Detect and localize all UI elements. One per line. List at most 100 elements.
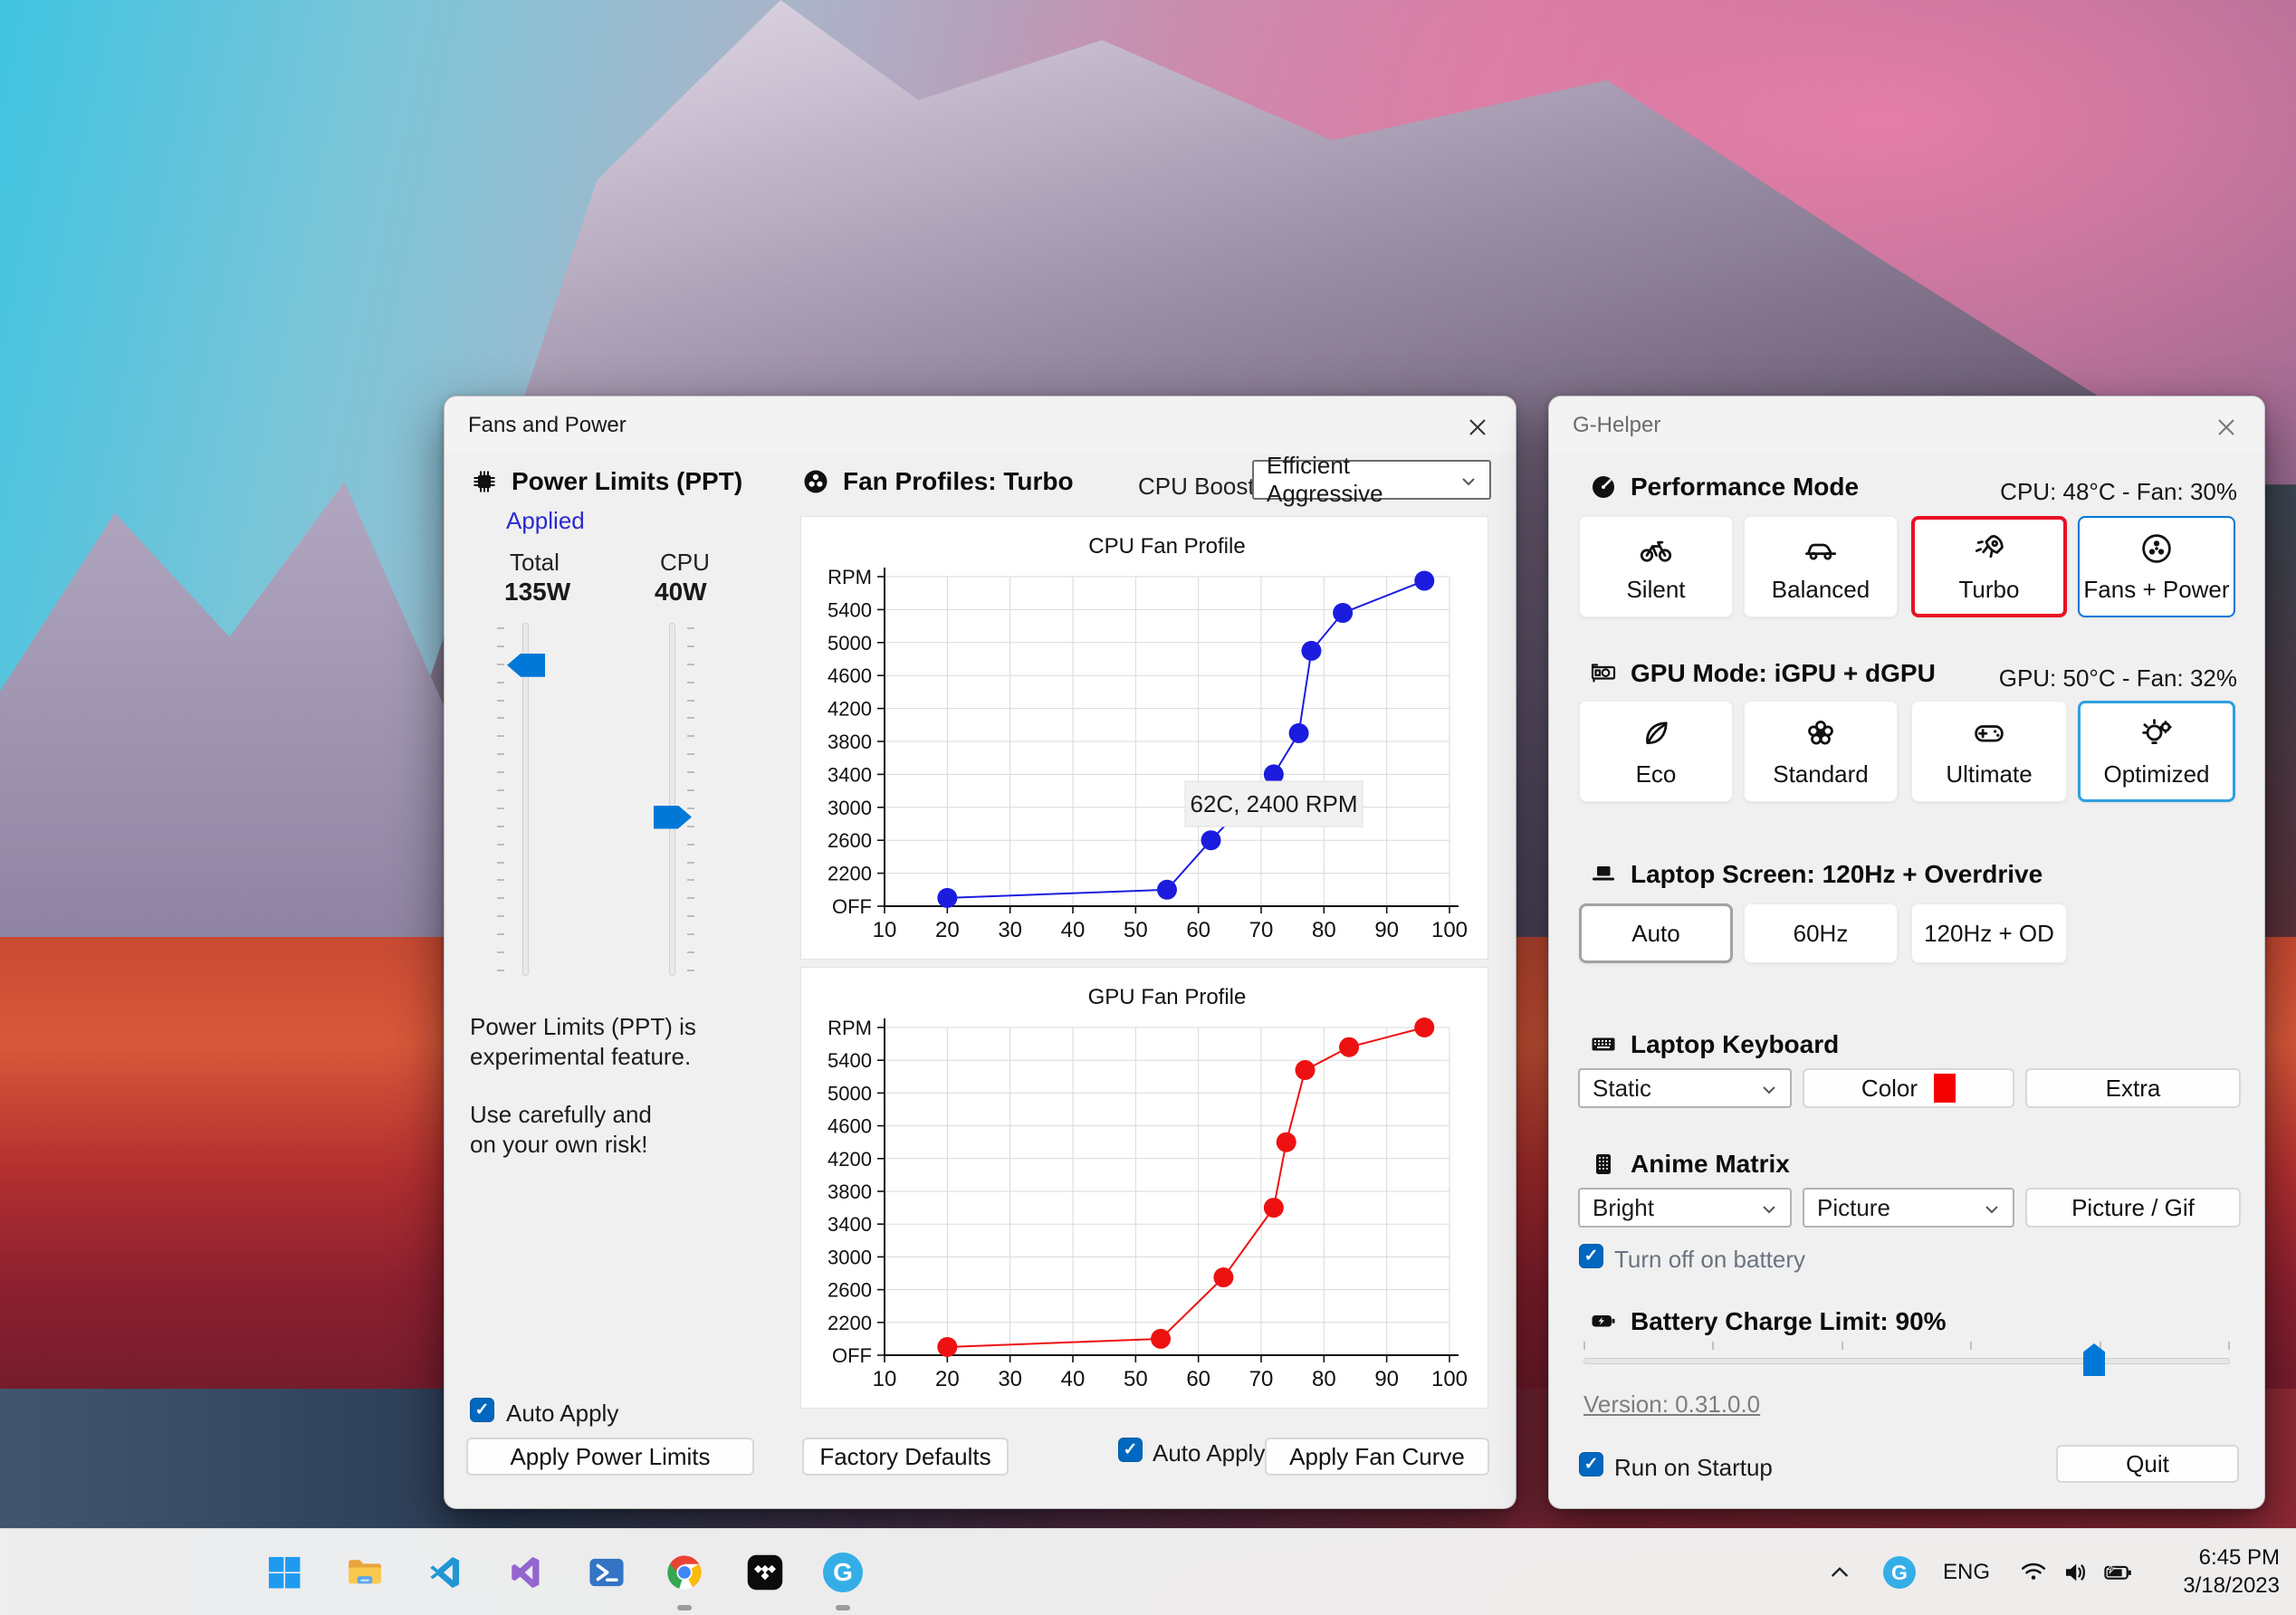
- ppt-note-line: experimental feature.: [470, 1043, 692, 1070]
- mode-button-ultimate[interactable]: Ultimate: [1911, 701, 2067, 802]
- tray-date: 3/18/2023: [2183, 1573, 2280, 1598]
- auto-apply-power-checkbox[interactable]: [470, 1398, 494, 1422]
- ghelper-running-indicator: [836, 1605, 850, 1610]
- keyboard-mode-select[interactable]: Static: [1578, 1068, 1792, 1108]
- close-icon[interactable]: [1459, 409, 1496, 445]
- svg-text:40: 40: [1061, 1367, 1086, 1391]
- battery-slider-track[interactable]: [1583, 1358, 2230, 1364]
- bicycle-icon: [1638, 530, 1674, 567]
- chip-icon: [470, 467, 499, 496]
- screen-button-60hz[interactable]: 60Hz: [1744, 903, 1898, 963]
- ppt-note-line: Use carefully and: [470, 1101, 652, 1128]
- laptop-screen-header: Laptop Screen: 120Hz + Overdrive: [1589, 860, 2042, 889]
- total-value: 135W: [504, 578, 571, 606]
- car-icon: [1803, 530, 1839, 567]
- screen-button-120hz-od[interactable]: 120Hz + OD: [1911, 903, 2067, 963]
- cpu-fan-chart[interactable]: OFF 2200 2600 3000 3400 3800 4200 4600 5000 5400 R…: [800, 516, 1488, 960]
- matrix-picture-button[interactable]: Picture / Gif: [2025, 1188, 2241, 1228]
- powershell-icon[interactable]: [581, 1547, 632, 1598]
- mode-button-standard[interactable]: Standard: [1744, 701, 1898, 802]
- mode-button-silent[interactable]: Silent: [1579, 516, 1733, 617]
- volume-icon[interactable]: [2053, 1547, 2097, 1598]
- cpu-slider-track[interactable]: [669, 623, 675, 976]
- wifi-icon[interactable]: [2012, 1547, 2055, 1598]
- ghelper-tray-icon[interactable]: G: [1876, 1547, 1923, 1598]
- screen-button-auto[interactable]: Auto: [1579, 903, 1733, 963]
- vscode-icon[interactable]: [420, 1547, 471, 1598]
- svg-text:3000: 3000: [828, 1246, 872, 1268]
- apply-power-limits-button[interactable]: Apply Power Limits: [466, 1438, 754, 1476]
- battery-charge-header: Battery Charge Limit: 90%: [1589, 1307, 1947, 1336]
- clock[interactable]: 6:45 PM 3/18/2023: [2183, 1543, 2280, 1600]
- keyboard-color-button[interactable]: Color: [1803, 1068, 2014, 1108]
- svg-text:4200: 4200: [828, 698, 872, 721]
- version-link[interactable]: Version: 0.31.0.0: [1583, 1390, 1760, 1419]
- cpu-boost-select[interactable]: Efficient Aggressive: [1252, 452, 1491, 507]
- cpu-boost-value: Efficient Aggressive: [1267, 452, 1383, 507]
- svg-text:40: 40: [1061, 918, 1086, 942]
- mode-button-balanced[interactable]: Balanced: [1744, 516, 1898, 617]
- tray-expand-button[interactable]: [1818, 1547, 1861, 1598]
- ghelper-window: G-Helper Performance Mode CPU: 48°C - Fa…: [1548, 396, 2265, 1509]
- file-explorer-icon[interactable]: [340, 1547, 390, 1598]
- mode-button-turbo[interactable]: Turbo: [1911, 516, 2067, 617]
- ghelper-logo-icon: G: [1883, 1556, 1916, 1589]
- turn-off-on-battery-checkbox[interactable]: [1579, 1244, 1603, 1268]
- ghelper-taskbar-icon[interactable]: G: [818, 1547, 868, 1598]
- gauge-icon: [1589, 473, 1618, 502]
- battery-bolt-icon: [1589, 1307, 1618, 1336]
- matrix-brightness-select[interactable]: Bright: [1578, 1188, 1792, 1228]
- tidal-icon[interactable]: [740, 1547, 790, 1598]
- mode-button-fans-power[interactable]: Fans + Power: [2078, 516, 2235, 617]
- quit-button[interactable]: Quit: [2056, 1445, 2239, 1483]
- svg-text:70: 70: [1249, 1367, 1274, 1391]
- svg-text:3800: 3800: [828, 1180, 872, 1203]
- battery-icon[interactable]: [2095, 1547, 2142, 1598]
- svg-text:4600: 4600: [828, 664, 872, 687]
- language-indicator[interactable]: ENG: [1943, 1560, 1990, 1585]
- svg-text:62C, 2400 RPM: 62C, 2400 RPM: [1191, 790, 1358, 817]
- flower-icon: [1803, 715, 1839, 751]
- svg-text:50: 50: [1124, 918, 1148, 942]
- gpu-fan-chart[interactable]: OFF 2200 2600 3000 3400 3800 4200 4600 5000 5400 R…: [800, 967, 1488, 1409]
- svg-text:20: 20: [935, 1367, 960, 1391]
- windows-logo-icon: [268, 1556, 301, 1589]
- svg-text:30: 30: [998, 918, 1022, 942]
- run-on-startup-checkbox[interactable]: [1579, 1452, 1603, 1476]
- svg-text:5000: 5000: [828, 1082, 872, 1104]
- taskbar: G G ENG 6:45 PM 3/18/2023: [0, 1528, 2296, 1615]
- total-slider-thumb[interactable]: [507, 653, 545, 677]
- chrome-icon[interactable]: [659, 1547, 710, 1598]
- performance-mode-header: Performance Mode: [1589, 473, 1859, 502]
- svg-text:80: 80: [1312, 918, 1336, 942]
- keyboard-extra-button[interactable]: Extra: [2025, 1068, 2241, 1108]
- mode-button-optimized[interactable]: Optimized: [2078, 701, 2235, 802]
- cpu-slider-thumb[interactable]: [654, 805, 692, 829]
- auto-apply-fan-checkbox[interactable]: [1118, 1438, 1143, 1462]
- matrix-icon: [1589, 1150, 1618, 1179]
- svg-text:5000: 5000: [828, 632, 872, 655]
- close-icon[interactable]: [2208, 409, 2244, 445]
- matrix-mode-select[interactable]: Picture: [1803, 1188, 2014, 1228]
- start-button[interactable]: [259, 1547, 310, 1598]
- svg-text:3800: 3800: [828, 731, 872, 753]
- svg-text:3400: 3400: [828, 763, 872, 786]
- keyboard-icon: [1589, 1030, 1618, 1059]
- gpu-card-icon: [1589, 659, 1618, 688]
- svg-text:4600: 4600: [828, 1115, 872, 1138]
- svg-text:80: 80: [1312, 1367, 1336, 1391]
- factory-defaults-button[interactable]: Factory Defaults: [802, 1438, 1009, 1476]
- apply-fan-curve-button[interactable]: Apply Fan Curve: [1265, 1438, 1489, 1476]
- svg-text:10: 10: [873, 1367, 897, 1391]
- fan-icon: [801, 467, 830, 496]
- ghelper-titlebar[interactable]: G-Helper: [1549, 397, 2264, 454]
- fans-window-titlebar[interactable]: Fans and Power: [445, 397, 1516, 454]
- fans-and-power-window: Fans and Power Power Limits (PPT) Applie…: [444, 396, 1516, 1509]
- rocket-icon: [1971, 530, 2007, 567]
- auto-apply-power-label: Auto Apply: [506, 1400, 619, 1427]
- laptop-icon: [1589, 860, 1618, 889]
- visual-studio-icon[interactable]: [501, 1547, 551, 1598]
- mode-button-eco[interactable]: Eco: [1579, 701, 1733, 802]
- svg-text:30: 30: [998, 1367, 1022, 1391]
- svg-text:60: 60: [1186, 918, 1210, 942]
